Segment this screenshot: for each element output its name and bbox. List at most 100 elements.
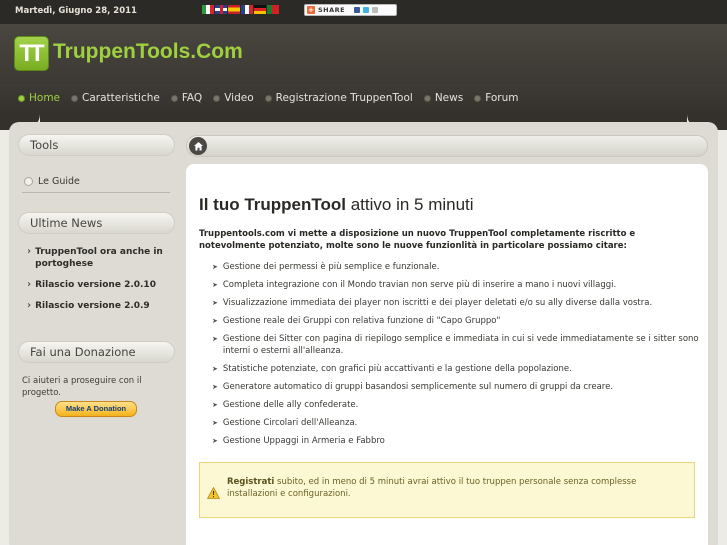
arrow-bullet-icon: ➤: [212, 263, 218, 271]
nav-features[interactable]: Caratteristiche: [71, 92, 160, 104]
nav-forum[interactable]: Forum: [474, 92, 519, 104]
list-item: ➤ Generatore automatico di gruppi basando…: [212, 381, 702, 393]
registration-notice: Registrati subito, ed in meno di 5 minut…: [199, 462, 695, 518]
email-icon: [372, 7, 379, 13]
bullet-icon: [71, 94, 79, 102]
main-navigation: Home Caratteristiche FAQ Video Registraz…: [0, 84, 727, 114]
share-label: SHARE: [318, 6, 346, 14]
notice-rest: subito, ed in meno di 5 minuti avrai att…: [227, 477, 637, 499]
list-item: ➤ Gestione Circolari dell'Alleanza.: [212, 417, 702, 429]
arrow-bullet-icon: ➤: [212, 299, 218, 307]
nav-faq[interactable]: FAQ: [170, 92, 203, 104]
tools-heading: Tools: [18, 134, 175, 156]
nav-label: Forum: [485, 92, 519, 104]
facebook-icon: [354, 7, 361, 13]
english-flag-icon[interactable]: [215, 5, 227, 14]
feature-text: Completa integrazione con il Mondo travi…: [222, 280, 617, 290]
feature-text: Gestione delle ally confederate.: [222, 400, 359, 410]
breadcrumb: [186, 135, 708, 157]
chevron-right-icon: ›: [27, 279, 32, 290]
arrow-bullet-icon: ➤: [212, 365, 218, 373]
arrow-bullet-icon: ➤: [212, 401, 218, 409]
notice-text: Registrati subito, ed in meno di 5 minut…: [227, 476, 682, 500]
header-divider: [40, 114, 687, 122]
bullet-icon: [264, 94, 272, 102]
arrow-bullet-icon: ➤: [212, 419, 218, 427]
arrow-bullet-icon: ➤: [212, 437, 218, 445]
arrow-bullet-icon: ➤: [212, 383, 218, 391]
chevron-right-icon: ›: [27, 300, 32, 311]
bullet-icon: [423, 94, 431, 102]
italian-flag-icon[interactable]: [202, 5, 214, 14]
news-label: Rilascio versione 2.0.10: [35, 280, 156, 290]
nav-registration[interactable]: Registrazione TruppenTool: [264, 92, 413, 104]
nav-video[interactable]: Video: [213, 92, 254, 104]
bullet-icon: [213, 94, 221, 102]
news-heading: Ultime News: [18, 212, 175, 234]
feature-text: Statistiche potenziate, con grafici più …: [222, 364, 572, 374]
share-plus-icon: +: [307, 6, 315, 14]
bullet-icon: [170, 94, 178, 102]
logo-icon[interactable]: TT: [14, 36, 49, 71]
nav-label: FAQ: [181, 92, 203, 104]
language-flags: [202, 5, 279, 14]
arrow-bullet-icon: ➤: [212, 335, 218, 343]
list-item: ➤ Completa integrazione con il Mondo trav…: [212, 279, 702, 291]
page-title-bold: Il tuo TruppenTool: [199, 195, 346, 214]
feature-text: Gestione dei permessi è più semplice e f…: [222, 262, 440, 272]
list-item: ➤ Gestione Uppaggi in Armeria e Fabbro: [212, 435, 702, 447]
feature-text: Visualizzazione immediata dei player non…: [222, 298, 653, 308]
share-button[interactable]: + SHARE: [304, 4, 397, 16]
main-content: Il tuo TruppenTool attivo in 5 minuti Tr…: [186, 164, 708, 545]
nav-label: Video: [224, 92, 254, 104]
feature-text: Generatore automatico di gruppi basandos…: [222, 382, 614, 392]
site-header: TT TruppenTools.Com: [0, 24, 727, 84]
top-bar: Martedì, Giugno 28, 2011 + SHARE: [0, 0, 727, 24]
feature-text: Gestione Circolari dell'Alleanza.: [222, 418, 358, 428]
arrow-bullet-icon: ➤: [212, 317, 218, 325]
twitter-icon: [363, 7, 370, 13]
news-item[interactable]: › Rilascio versione 2.0.9: [27, 300, 175, 312]
site-logo-text[interactable]: TruppenTools.Com: [53, 40, 243, 64]
list-item: ➤ Statistiche potenziate, con grafici più…: [212, 363, 702, 375]
nav-home[interactable]: Home: [18, 92, 60, 104]
nav-news[interactable]: News: [423, 92, 464, 104]
current-date: Martedì, Giugno 28, 2011: [15, 6, 137, 16]
french-flag-icon[interactable]: [241, 5, 253, 14]
nav-label: Registrazione TruppenTool: [275, 92, 413, 104]
page-title: Il tuo TruppenTool attivo in 5 minuti: [199, 195, 474, 215]
portuguese-flag-icon[interactable]: [267, 5, 279, 14]
news-item[interactable]: › Rilascio versione 2.0.10: [27, 279, 175, 291]
bullet-icon: [18, 94, 25, 102]
list-item: ➤ Gestione delle ally confederate.: [212, 399, 702, 411]
arrow-bullet-icon: ➤: [212, 281, 218, 289]
intro-text: Truppentools.com vi mette a disposizione…: [199, 229, 636, 251]
circle-bullet-icon: [24, 177, 33, 186]
register-link[interactable]: Registrati: [227, 477, 274, 487]
donation-heading: Fai una Donazione: [18, 341, 175, 363]
warning-icon: [206, 484, 221, 503]
nav-label: News: [434, 92, 464, 104]
nav-label: Caratteristiche: [82, 92, 160, 104]
sidebar-divider: [22, 192, 170, 193]
bullet-icon: [474, 94, 482, 102]
home-icon[interactable]: [189, 137, 207, 155]
donate-button[interactable]: Make A Donation: [55, 401, 137, 417]
list-item: ➤ Gestione dei Sitter con pagina di riepi…: [212, 333, 702, 357]
news-label: TruppenTool ora anche in portoghese: [35, 247, 163, 269]
nav-label: Home: [29, 92, 61, 104]
feature-text: Gestione dei Sitter con pagina di riepil…: [222, 334, 699, 356]
chevron-right-icon: ›: [27, 246, 32, 257]
page-title-rest: attivo in 5 minuti: [346, 195, 474, 214]
guide-label: Le Guide: [38, 176, 80, 187]
donation-text: Ci aiuteri a proseguire con il progetto.: [22, 376, 142, 398]
news-label: Rilascio versione 2.0.9: [35, 301, 150, 311]
spanish-flag-icon[interactable]: [228, 5, 240, 14]
news-item[interactable]: › TruppenTool ora anche in portoghese: [27, 246, 175, 270]
guide-link[interactable]: Le Guide: [24, 176, 80, 187]
german-flag-icon[interactable]: [254, 5, 266, 14]
news-list: › TruppenTool ora anche in portoghese › …: [27, 246, 175, 321]
feature-list: ➤ Gestione dei permessi è più semplice e …: [212, 261, 702, 453]
list-item: ➤ Gestione reale dei Gruppi con relativa …: [212, 315, 702, 327]
feature-text: Gestione Uppaggi in Armeria e Fabbro: [222, 436, 385, 446]
